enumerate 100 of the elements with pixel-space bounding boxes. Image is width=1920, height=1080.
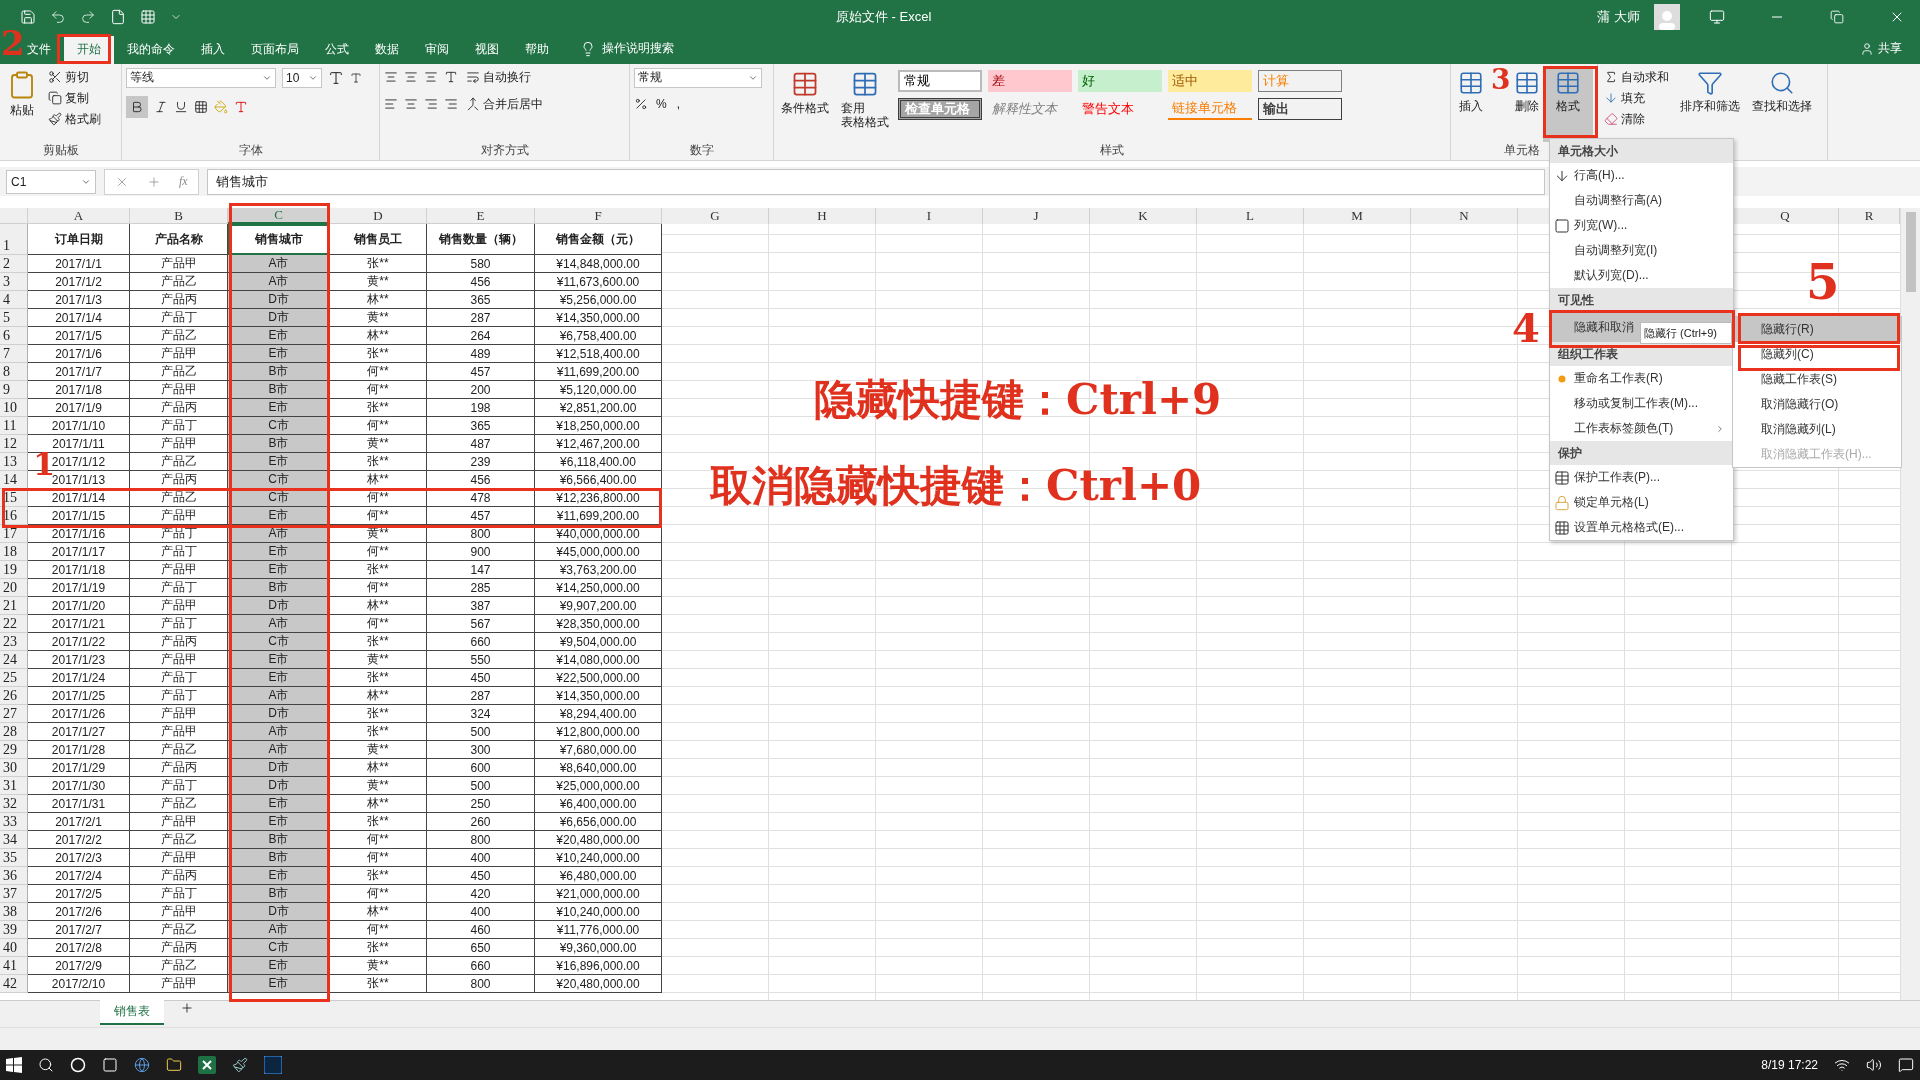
menu-item[interactable]: 行高(H)... — [1550, 163, 1733, 188]
clipboard-button[interactable]: 复制 — [46, 88, 91, 108]
step-number: 3 — [1491, 66, 1511, 94]
table-cell: 660 — [427, 633, 535, 652]
merge-center-button[interactable]: 合并后居中 — [464, 94, 545, 114]
clear-button[interactable]: 清除 — [1602, 109, 1647, 129]
table-cell: 400 — [427, 903, 535, 922]
share-button[interactable]: 共享 — [1860, 33, 1920, 64]
row-number: 22 — [0, 615, 28, 634]
conditional-format-button[interactable]: 条件格式 — [778, 67, 832, 142]
table-cell: 产品甲 — [130, 651, 228, 670]
table-cell: C市 — [228, 417, 330, 436]
font-size-field[interactable]: 10 — [282, 67, 322, 88]
table-cell: 2017/1/3 — [28, 291, 130, 310]
column-header[interactable]: B — [130, 208, 228, 225]
table-cell: 产品甲 — [130, 345, 228, 364]
table-cell: E市 — [228, 867, 330, 886]
wrap-text-button[interactable]: 自动换行 — [464, 67, 533, 87]
table-cell: 2017/1/10 — [28, 417, 130, 436]
table-cell: 2017/2/9 — [28, 957, 130, 976]
table-cell: 2017/1/26 — [28, 705, 130, 724]
menu-item[interactable]: 自动调整行高(A) — [1550, 188, 1733, 213]
group-label: 剪贴板 — [42, 141, 79, 159]
cell-style[interactable]: 常规 — [898, 69, 982, 92]
table-cell: 285 — [427, 579, 535, 598]
group-label: 单元格 — [1504, 141, 1540, 159]
table-cell: E市 — [228, 453, 330, 472]
table-cell: 2017/1/7 — [28, 363, 130, 382]
table-cell: ¥6,758,400.00 — [535, 327, 662, 346]
table-cell: 660 — [427, 957, 535, 976]
insert-button[interactable]: 插入 — [1451, 67, 1491, 142]
table-cell: A市 — [228, 741, 330, 760]
cell-style[interactable]: 好 — [1078, 69, 1162, 92]
table-cell: 产品甲 — [130, 255, 228, 274]
percent-button[interactable]: % — [654, 95, 669, 112]
clipboard-button[interactable]: 格式刷 — [46, 109, 103, 129]
font-name-field[interactable]: 等线 — [126, 67, 276, 88]
table-cell: ¥14,350,000.00 — [535, 687, 662, 706]
cell-style[interactable]: 解释性文本 — [988, 97, 1072, 120]
ribbon-tab[interactable]: 审阅 — [412, 35, 462, 64]
ribbon-tab[interactable]: 插入 — [188, 35, 238, 64]
table-cell: 2017/1/28 — [28, 741, 130, 760]
table-cell: 何** — [330, 417, 427, 436]
table-cell: 何** — [330, 921, 427, 940]
table-cell: 250 — [427, 795, 535, 814]
menu-item[interactable]: 保护工作表(P)... — [1550, 465, 1733, 490]
clipboard-button[interactable]: 剪切 — [46, 67, 91, 87]
delete-button[interactable]: 删除 — [1511, 67, 1543, 142]
ribbon-tab[interactable]: 帮助 — [512, 35, 562, 64]
comma-button[interactable]: , — [674, 95, 682, 112]
cell-style[interactable]: 警告文本 — [1078, 97, 1162, 120]
table-cell: 黄** — [330, 435, 427, 454]
column-header[interactable]: E — [427, 208, 535, 225]
table-cell: E市 — [228, 543, 330, 562]
row-number: 38 — [0, 903, 28, 922]
table-cell: 457 — [427, 507, 535, 526]
table-cell: 张** — [330, 399, 427, 418]
paste-button[interactable]: 粘贴 — [4, 67, 40, 142]
autosum-button[interactable]: 自动求和 — [1602, 67, 1671, 87]
table-cell: 239 — [427, 453, 535, 472]
insert-function-button[interactable]: fx — [179, 174, 188, 189]
row-number: 25 — [0, 669, 28, 688]
name-box[interactable]: C1 — [6, 169, 96, 194]
ribbon-tab[interactable]: 页面布局 — [238, 35, 312, 64]
menu-item[interactable]: 自动调整列宽(I) — [1550, 238, 1733, 263]
number-format-field[interactable]: 常规 — [634, 67, 762, 88]
column-header[interactable]: D — [330, 208, 427, 225]
table-cell: E市 — [228, 561, 330, 580]
cell-style[interactable]: 差 — [988, 69, 1072, 92]
column-header[interactable]: A — [28, 208, 130, 225]
menu-item[interactable]: 列宽(W)... — [1550, 213, 1733, 238]
menu-item[interactable]: 锁定单元格(L) — [1550, 490, 1733, 515]
cell-style[interactable]: 适中 — [1168, 69, 1252, 92]
table-cell: 黄** — [330, 273, 427, 292]
ribbon-tab[interactable]: 视图 — [462, 35, 512, 64]
column-header[interactable]: C — [228, 208, 330, 225]
table-cell: 产品丁 — [130, 309, 228, 328]
table-cell: 产品甲 — [130, 705, 228, 724]
fill-button[interactable]: 填充 — [1602, 88, 1647, 108]
table-cell: 198 — [427, 399, 535, 418]
cell-style[interactable]: 输出 — [1258, 97, 1342, 120]
table-cell: B市 — [228, 885, 330, 904]
table-cell: 567 — [427, 615, 535, 634]
ribbon-tab[interactable]: 我的命令 — [114, 35, 188, 64]
column-header[interactable]: F — [535, 208, 662, 225]
table-cell: 黄** — [330, 651, 427, 670]
sheet-tab[interactable]: 销售表 — [100, 1000, 164, 1026]
find-select-button[interactable]: 查找和选择 — [1749, 67, 1815, 160]
ribbon-tab[interactable]: 数据 — [362, 35, 412, 64]
table-cell: 张** — [330, 975, 427, 994]
menu-item[interactable]: 默认列宽(D)... — [1550, 263, 1733, 288]
menu-item[interactable]: 设置单元格格式(E)... — [1550, 515, 1733, 540]
table-cell: 产品甲 — [130, 381, 228, 400]
table-cell: 2017/1/17 — [28, 543, 130, 562]
table-cell: 900 — [427, 543, 535, 562]
tell-me-search[interactable]: 操作说明搜索 — [602, 40, 674, 58]
ribbon-tab[interactable]: 公式 — [312, 35, 362, 64]
format-as-table-button[interactable]: 套用 表格格式 — [838, 67, 892, 142]
table-cell: 2017/1/6 — [28, 345, 130, 364]
formula-field[interactable]: 销售城市 — [206, 168, 1545, 195]
